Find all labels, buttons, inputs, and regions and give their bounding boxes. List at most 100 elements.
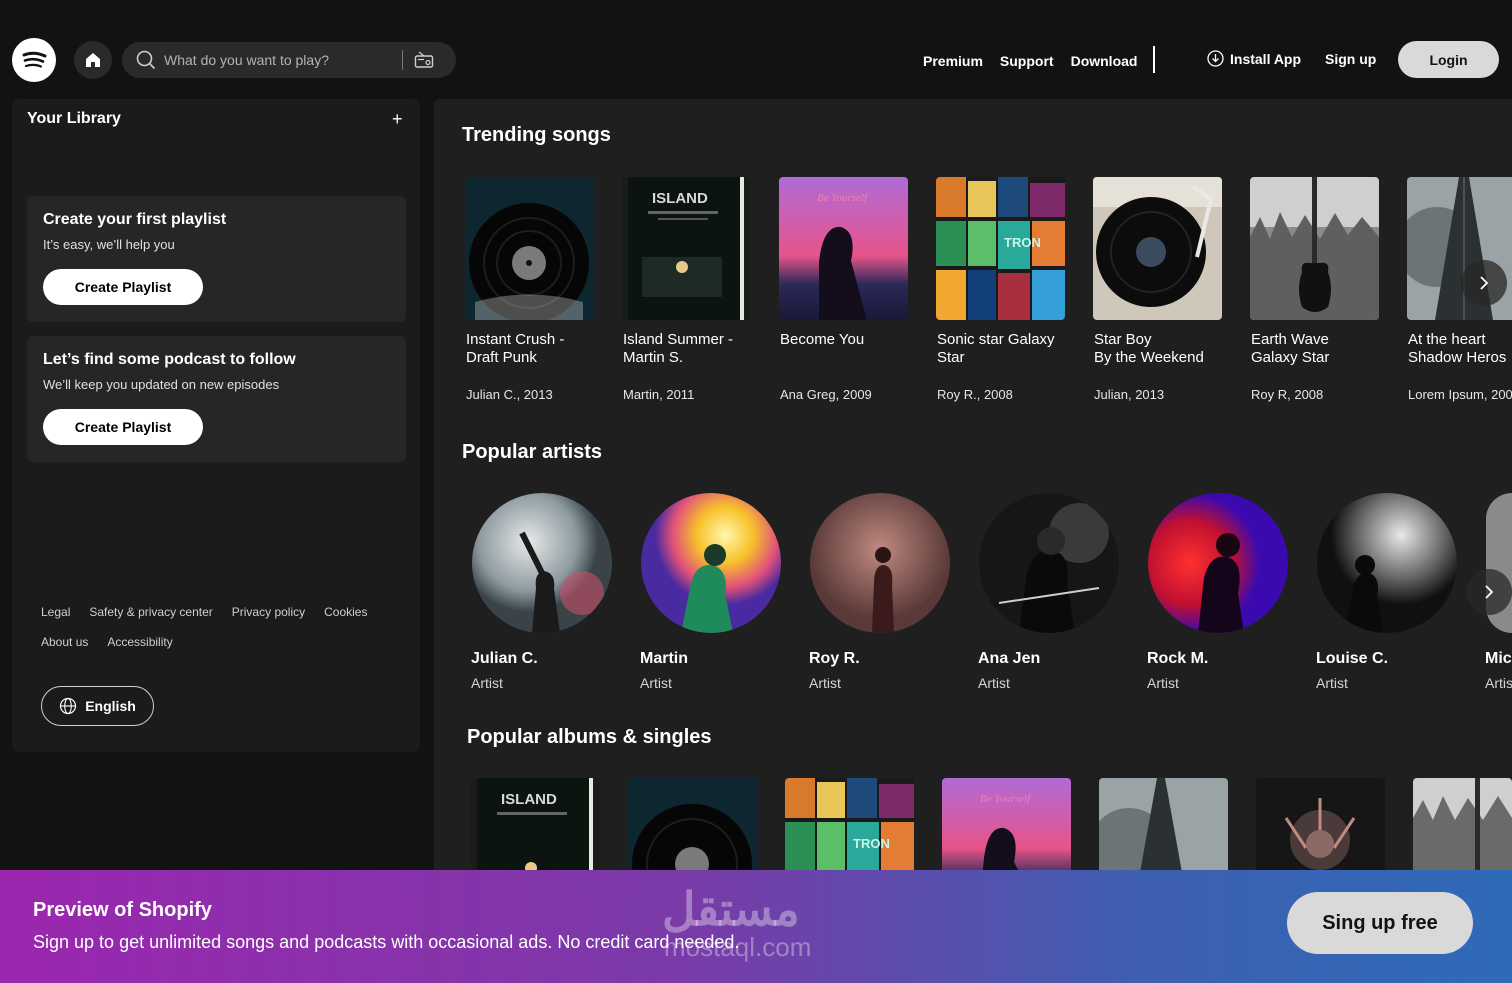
artist-name[interactable]: Ana Jen bbox=[978, 650, 1040, 668]
artist-name[interactable]: Martin bbox=[640, 650, 688, 668]
artist-name[interactable]: Roy R. bbox=[809, 650, 860, 668]
footer-link-accessibility[interactable]: Accessibility bbox=[107, 635, 172, 649]
library-sidebar: Your Library + Create your first playlis… bbox=[12, 99, 420, 752]
song-meta: Roy R., 2008 bbox=[937, 387, 1013, 402]
album-cover[interactable]: Be Yourself bbox=[942, 778, 1071, 870]
song-meta: Julian, 2013 bbox=[1094, 387, 1165, 402]
album-cover[interactable] bbox=[628, 778, 757, 870]
song-title[interactable]: Earth Wave Galaxy Star bbox=[1251, 331, 1401, 367]
artists-next-button[interactable] bbox=[1466, 569, 1512, 615]
popular-artists-title: Popular artists bbox=[462, 441, 603, 463]
footer-link-cookies[interactable]: Cookies bbox=[324, 605, 367, 619]
sign-up-link[interactable]: Sign up bbox=[1325, 51, 1376, 67]
footer-link-legal[interactable]: Legal bbox=[41, 605, 70, 619]
footer-link-safety[interactable]: Safety & privacy center bbox=[89, 605, 212, 619]
song-title[interactable]: Become You bbox=[780, 331, 930, 349]
album-cover[interactable]: TRON bbox=[785, 778, 914, 870]
add-icon[interactable]: + bbox=[392, 109, 403, 130]
create-playlist-card: Create your first playlist It’s easy, we… bbox=[27, 196, 406, 322]
banner-title: Preview of Shopify bbox=[33, 899, 212, 921]
find-podcast-card: Let’s find some podcast to follow We’ll … bbox=[27, 336, 406, 462]
artist-name[interactable]: Julian C. bbox=[471, 650, 538, 668]
browse-icon[interactable] bbox=[413, 49, 435, 71]
nav-divider bbox=[1153, 46, 1155, 73]
search-bar bbox=[122, 42, 456, 78]
song-meta: Roy R, 2008 bbox=[1251, 387, 1324, 402]
island-cover-text: ISLAND bbox=[652, 190, 708, 207]
nav-premium[interactable]: Premium bbox=[923, 53, 983, 69]
search-icon bbox=[135, 49, 157, 71]
tron-cover-text: TRON bbox=[1004, 235, 1041, 250]
card-title: Create your first playlist bbox=[43, 211, 227, 228]
language-button[interactable]: English bbox=[41, 686, 154, 726]
spotify-logo-icon[interactable] bbox=[12, 38, 56, 82]
footer-link-about[interactable]: About us bbox=[41, 635, 88, 649]
popular-albums-title: Popular albums & singles bbox=[467, 726, 712, 748]
nav-support[interactable]: Support bbox=[1000, 53, 1054, 69]
create-playlist-button[interactable]: Create Playlist bbox=[43, 409, 203, 445]
signup-banner: Preview of Shopify Sign up to get unlimi… bbox=[0, 870, 1512, 983]
install-app-button[interactable]: Install App bbox=[1207, 50, 1301, 67]
song-title[interactable]: Instant Crush - Draft Punk bbox=[466, 331, 616, 367]
chevron-right-icon bbox=[1480, 276, 1489, 290]
artist-role: Artist bbox=[978, 675, 1010, 691]
song-cover[interactable]: TRON bbox=[936, 177, 1065, 320]
artist-role: Artis bbox=[1485, 675, 1512, 691]
song-meta: Julian C., 2013 bbox=[466, 387, 553, 402]
artist-name[interactable]: Rock M. bbox=[1147, 650, 1208, 668]
library-title: Your Library bbox=[27, 110, 121, 127]
search-input[interactable] bbox=[164, 52, 394, 68]
song-cover[interactable] bbox=[465, 177, 594, 320]
sidebar-footer-links: Legal Safety & privacy center Privacy po… bbox=[41, 605, 411, 665]
song-cover[interactable] bbox=[1093, 177, 1222, 320]
trending-songs-title: Trending songs bbox=[462, 124, 611, 146]
artist-image[interactable] bbox=[979, 493, 1119, 633]
artist-role: Artist bbox=[471, 675, 503, 691]
album-cover[interactable] bbox=[1099, 778, 1228, 870]
footer-link-privacy[interactable]: Privacy policy bbox=[232, 605, 305, 619]
artist-image[interactable] bbox=[810, 493, 950, 633]
artist-role: Artist bbox=[1147, 675, 1179, 691]
home-button[interactable] bbox=[74, 41, 112, 79]
home-icon bbox=[86, 53, 100, 67]
login-button[interactable]: Login bbox=[1398, 41, 1499, 78]
tron-cover-text: TRON bbox=[853, 836, 890, 851]
song-cover[interactable]: ISLAND bbox=[622, 177, 751, 320]
artist-image[interactable] bbox=[472, 493, 612, 633]
artist-image[interactable] bbox=[1148, 493, 1288, 633]
album-cover[interactable]: ISLAND bbox=[471, 778, 600, 870]
song-cover[interactable] bbox=[1250, 177, 1379, 320]
sign-up-free-button[interactable]: Sing up free bbox=[1287, 892, 1473, 954]
chevron-right-icon bbox=[1485, 585, 1494, 599]
album-cover[interactable] bbox=[1256, 778, 1385, 870]
top-nav: Premium Support Download bbox=[923, 50, 1154, 72]
song-title[interactable]: Star Boy By the Weekend bbox=[1094, 331, 1244, 367]
nav-download[interactable]: Download bbox=[1071, 53, 1138, 69]
song-title[interactable]: Sonic star Galaxy Star bbox=[937, 331, 1087, 367]
artist-role: Artist bbox=[640, 675, 672, 691]
be-yourself-cover-text: Be Yourself bbox=[980, 793, 1032, 805]
top-bar: Premium Support Download Install App Sig… bbox=[0, 0, 1512, 100]
card-subtitle: We’ll keep you updated on new episodes bbox=[43, 377, 280, 392]
main-content: Trending songs ISLAND Be Yourself TRON I… bbox=[434, 99, 1512, 870]
globe-icon bbox=[60, 697, 77, 715]
artist-role: Artist bbox=[1316, 675, 1348, 691]
artist-name[interactable]: Mic bbox=[1485, 650, 1512, 668]
search-divider bbox=[402, 50, 403, 70]
trending-next-button[interactable] bbox=[1461, 260, 1507, 306]
song-title[interactable]: At the heart Shadow Heros bbox=[1408, 331, 1512, 367]
artist-name[interactable]: Louise C. bbox=[1316, 650, 1388, 668]
create-playlist-button[interactable]: Create Playlist bbox=[43, 269, 203, 305]
artist-image[interactable] bbox=[1317, 493, 1457, 633]
language-label: English bbox=[85, 698, 136, 714]
island-cover-text: ISLAND bbox=[501, 791, 557, 808]
artist-image[interactable] bbox=[641, 493, 781, 633]
album-cover[interactable] bbox=[1413, 778, 1512, 870]
song-meta: Ana Greg, 2009 bbox=[780, 387, 872, 402]
watermark-url: mostaql.com bbox=[664, 932, 812, 962]
be-yourself-cover-text: Be Yourself bbox=[817, 192, 869, 204]
song-cover[interactable]: Be Yourself bbox=[779, 177, 908, 320]
song-title[interactable]: Island Summer - Martin S. bbox=[623, 331, 773, 367]
banner-subtitle: Sign up to get unlimited songs and podca… bbox=[33, 932, 740, 952]
card-subtitle: It’s easy, we’ll help you bbox=[43, 237, 175, 252]
